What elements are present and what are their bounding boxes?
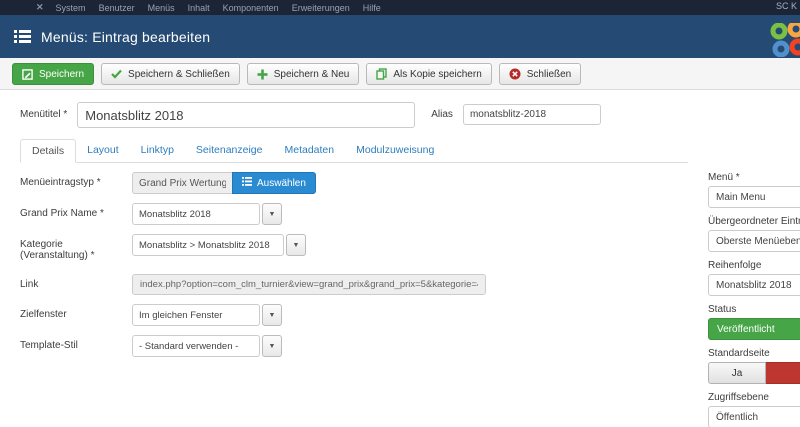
save-close-button-label: Speichern & Schließen xyxy=(128,69,230,80)
ordering-select[interactable]: Monatsblitz 2018 xyxy=(708,274,800,296)
zielfenster-label: Zielfenster xyxy=(20,304,132,326)
status-published-button[interactable]: Veröffentlicht xyxy=(708,318,800,340)
grandprix-select-value: Monatsblitz 2018 xyxy=(132,203,260,225)
grandprix-label: Grand Prix Name * xyxy=(20,203,132,225)
alias-label: Alias xyxy=(431,102,453,120)
grandprix-select[interactable]: Monatsblitz 2018 ▼ xyxy=(132,203,282,225)
link-label: Link xyxy=(20,274,132,295)
list-icon xyxy=(242,177,252,189)
tab-linktyp[interactable]: Linktyp xyxy=(130,139,185,162)
details-pane: Menüeintragstyp * Auswählen Grand Prix N… xyxy=(20,172,800,357)
menu-select[interactable]: Main Menu xyxy=(708,186,800,208)
copy-icon xyxy=(376,68,387,80)
save-button-label: Speichern xyxy=(39,69,84,80)
plus-icon xyxy=(257,69,268,80)
field-default-page: Standardseite Ja xyxy=(708,348,800,384)
save-copy-button[interactable]: Als Kopie speichern xyxy=(366,63,491,85)
field-status: Status Veröffentlicht xyxy=(708,304,800,340)
access-select[interactable]: Öffentlich xyxy=(708,406,800,427)
page-header: Menüs: Eintrag bearbeiten xyxy=(0,15,800,58)
chevron-down-icon[interactable]: ▼ xyxy=(286,234,306,256)
save-close-button[interactable]: Speichern & Schließen xyxy=(101,63,240,85)
kategorie-select[interactable]: Monatsblitz > Monatsblitz 2018 ▼ xyxy=(132,234,306,261)
menu-system[interactable]: System xyxy=(56,3,86,13)
field-template: Template-Stil - Standard verwenden - ▼ xyxy=(20,335,800,357)
edit-form: Menütitel * Alias Details Layout Linktyp… xyxy=(0,90,800,357)
access-label: Zugriffsebene xyxy=(708,392,800,403)
tab-bar: Details Layout Linktyp Seitenanzeige Met… xyxy=(20,139,688,163)
kategorie-label: Kategorie (Veranstaltung) * xyxy=(20,234,132,261)
template-label: Template-Stil xyxy=(20,335,132,357)
tab-seitenanzeige[interactable]: Seitenanzeige xyxy=(185,139,274,162)
link-input xyxy=(132,274,486,295)
admin-navbar: ✕ System Benutzer Menüs Inhalt Komponent… xyxy=(0,0,800,15)
menu-hilfe[interactable]: Hilfe xyxy=(363,3,381,13)
kategorie-select-value: Monatsblitz > Monatsblitz 2018 xyxy=(132,234,284,256)
save-new-button[interactable]: Speichern & Neu xyxy=(247,63,360,85)
joomla-color-logo-icon xyxy=(766,23,800,58)
close-button[interactable]: Schließen xyxy=(499,63,581,85)
check-icon xyxy=(111,69,122,79)
menu-benutzer[interactable]: Benutzer xyxy=(99,3,135,13)
field-ordering: Reihenfolge Monatsblitz 2018 xyxy=(708,260,800,296)
menutype-label: Menüeintragstyp * xyxy=(20,172,132,194)
close-button-label: Schließen xyxy=(527,69,571,80)
status-label: Status xyxy=(708,304,800,315)
menu-erweiterungen[interactable]: Erweiterungen xyxy=(292,3,350,13)
zielfenster-select[interactable]: Im gleichen Fenster ▼ xyxy=(132,304,282,326)
title-row: Menütitel * Alias xyxy=(20,102,800,128)
save-button[interactable]: Speichern xyxy=(12,63,94,85)
ordering-label: Reihenfolge xyxy=(708,260,800,271)
zielfenster-select-value: Im gleichen Fenster xyxy=(132,304,260,326)
template-select[interactable]: - Standard verwenden - ▼ xyxy=(132,335,282,357)
menu-label: Menü * xyxy=(708,172,800,183)
page-title: Menüs: Eintrag bearbeiten xyxy=(41,29,210,45)
menutitle-input[interactable] xyxy=(77,102,415,128)
field-parent: Übergeordneter Eintrag Oberste Menüebene xyxy=(708,216,800,252)
menu-inhalt[interactable]: Inhalt xyxy=(188,3,210,13)
alias-input[interactable] xyxy=(463,104,601,125)
menutype-input xyxy=(132,172,232,194)
menutitle-label: Menütitel * xyxy=(20,102,67,120)
field-link: Link xyxy=(20,274,800,295)
field-menu: Menü * Main Menu xyxy=(708,172,800,208)
tab-metadaten[interactable]: Metadaten xyxy=(273,139,345,162)
parent-label: Übergeordneter Eintrag xyxy=(708,216,800,227)
cancel-icon xyxy=(509,68,521,80)
default-page-yes-button[interactable]: Ja xyxy=(708,362,766,384)
chevron-down-icon[interactable]: ▼ xyxy=(262,203,282,225)
template-select-value: - Standard verwenden - xyxy=(132,335,260,357)
site-name-label[interactable]: SC K xyxy=(776,1,797,11)
menu-menues[interactable]: Menüs xyxy=(148,3,175,13)
settings-sidebar: Menü * Main Menu Übergeordneter Eintrag … xyxy=(708,172,800,427)
field-grandprix: Grand Prix Name * Monatsblitz 2018 ▼ xyxy=(20,203,800,225)
tab-layout[interactable]: Layout xyxy=(76,139,130,162)
menu-list-icon xyxy=(14,29,31,44)
tab-modulzuweisung[interactable]: Modulzuweisung xyxy=(345,139,445,162)
save-copy-button-label: Als Kopie speichern xyxy=(393,69,481,80)
tab-details[interactable]: Details xyxy=(20,139,76,163)
parent-select[interactable]: Oberste Menüebene xyxy=(708,230,800,252)
chevron-down-icon[interactable]: ▼ xyxy=(262,304,282,326)
joomla-logo-icon: ✕ xyxy=(36,2,44,13)
default-page-label: Standardseite xyxy=(708,348,800,359)
select-menutype-button-label: Auswählen xyxy=(257,178,306,189)
toolbar: Speichern Speichern & Schließen Speicher… xyxy=(0,58,800,90)
field-zielfenster: Zielfenster Im gleichen Fenster ▼ xyxy=(20,304,800,326)
select-menutype-button[interactable]: Auswählen xyxy=(232,172,316,194)
default-page-no-button[interactable] xyxy=(766,362,800,384)
field-kategorie: Kategorie (Veranstaltung) * Monatsblitz … xyxy=(20,234,800,261)
default-page-toggle: Ja xyxy=(708,362,800,384)
field-menutype: Menüeintragstyp * Auswählen xyxy=(20,172,800,194)
chevron-down-icon[interactable]: ▼ xyxy=(262,335,282,357)
save-new-button-label: Speichern & Neu xyxy=(274,69,350,80)
save-icon xyxy=(22,69,33,80)
field-access: Zugriffsebene Öffentlich xyxy=(708,392,800,427)
menu-komponenten[interactable]: Komponenten xyxy=(223,3,279,13)
